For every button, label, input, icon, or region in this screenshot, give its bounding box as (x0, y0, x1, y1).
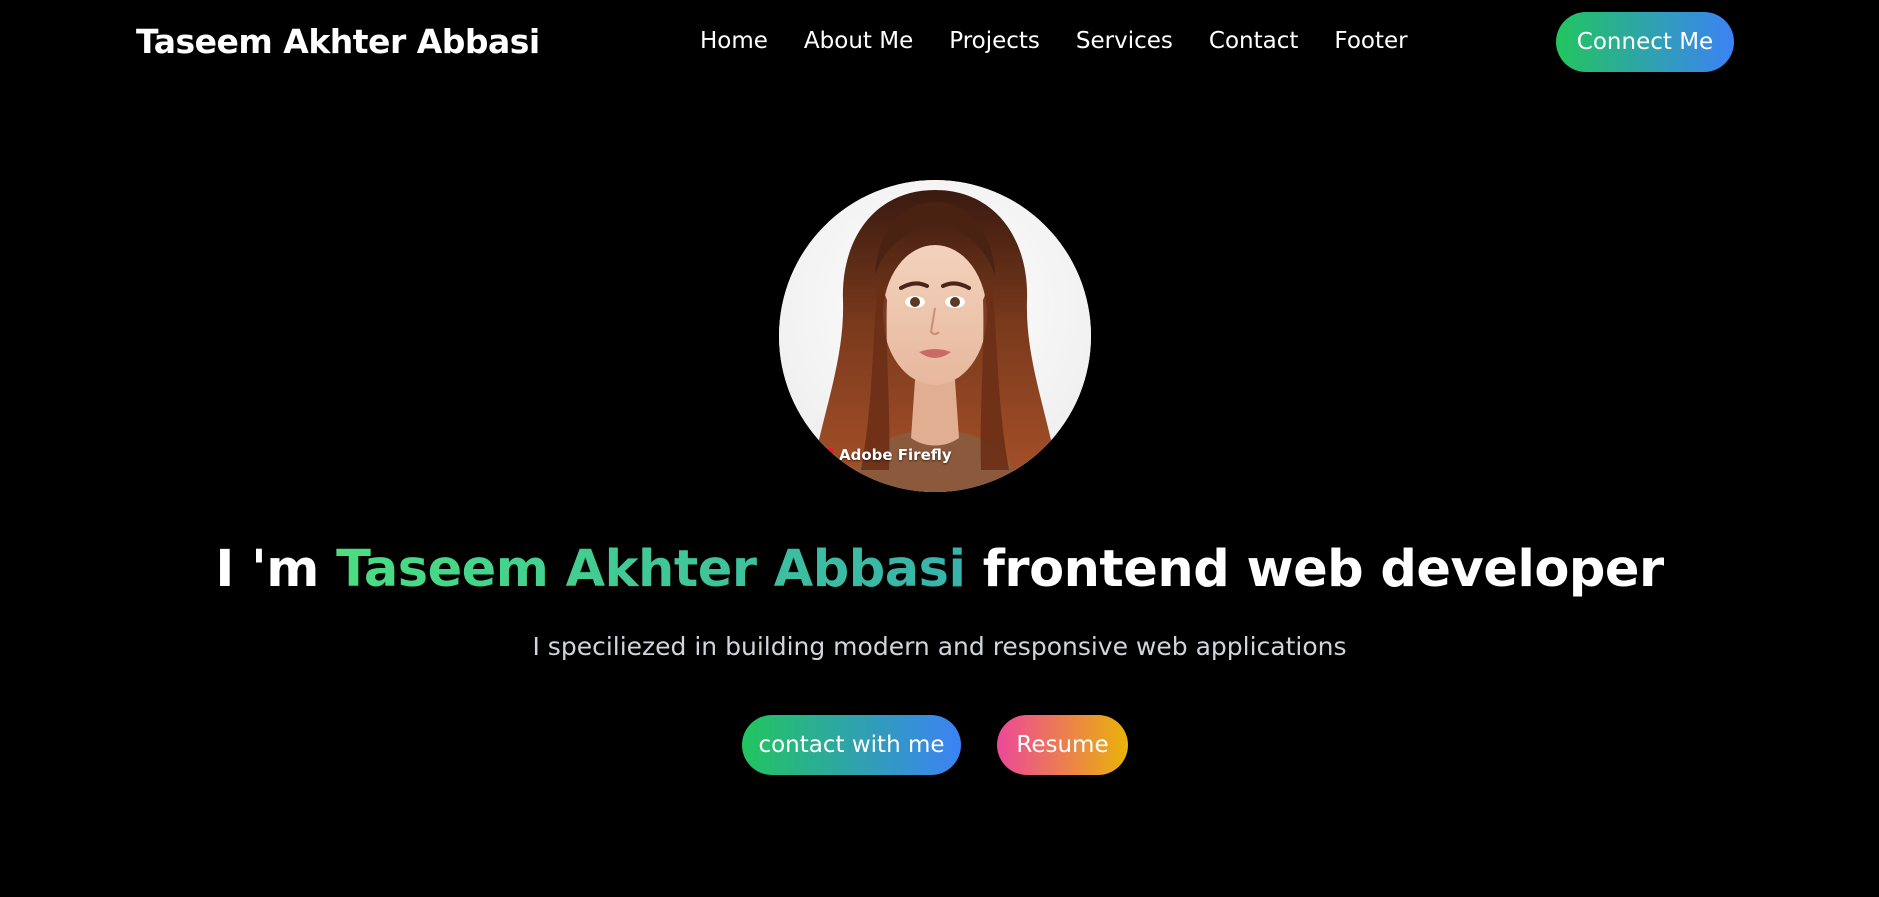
nav-item-about[interactable]: About Me (804, 28, 913, 54)
portfolio-page: Taseem Akhter Abbasi Home About Me Proje… (0, 0, 1879, 897)
profile-avatar: Adobe Firefly (779, 180, 1091, 492)
main-nav: Home About Me Projects Services Contact … (700, 28, 1408, 54)
watermark-text: Adobe Firefly (839, 446, 952, 464)
nav-item-contact[interactable]: Contact (1209, 28, 1298, 54)
headline-name: Taseem Akhter Abbasi (336, 540, 966, 599)
connect-me-button[interactable]: Connect Me (1556, 12, 1734, 72)
brand-logo[interactable]: Taseem Akhter Abbasi (136, 22, 540, 61)
headline-prefix: I 'm (215, 540, 337, 599)
nav-item-projects[interactable]: Projects (949, 28, 1040, 54)
headline-suffix: frontend web developer (965, 540, 1664, 599)
hero-subtitle: I speciliezed in building modern and res… (532, 632, 1347, 661)
hero-cta-group: contact with me Resume (742, 715, 1128, 775)
site-header: Taseem Akhter Abbasi Home About Me Proje… (0, 0, 1879, 88)
nav-item-services[interactable]: Services (1076, 28, 1173, 54)
nav-item-home[interactable]: Home (700, 28, 768, 54)
adobe-logo-icon (819, 448, 833, 462)
hero-headline: I 'm Taseem Akhter Abbasi frontend web d… (0, 540, 1879, 599)
resume-button[interactable]: Resume (997, 715, 1128, 775)
nav-item-footer[interactable]: Footer (1334, 28, 1407, 54)
adobe-firefly-watermark: Adobe Firefly (819, 446, 952, 464)
contact-with-me-button[interactable]: contact with me (742, 715, 961, 775)
